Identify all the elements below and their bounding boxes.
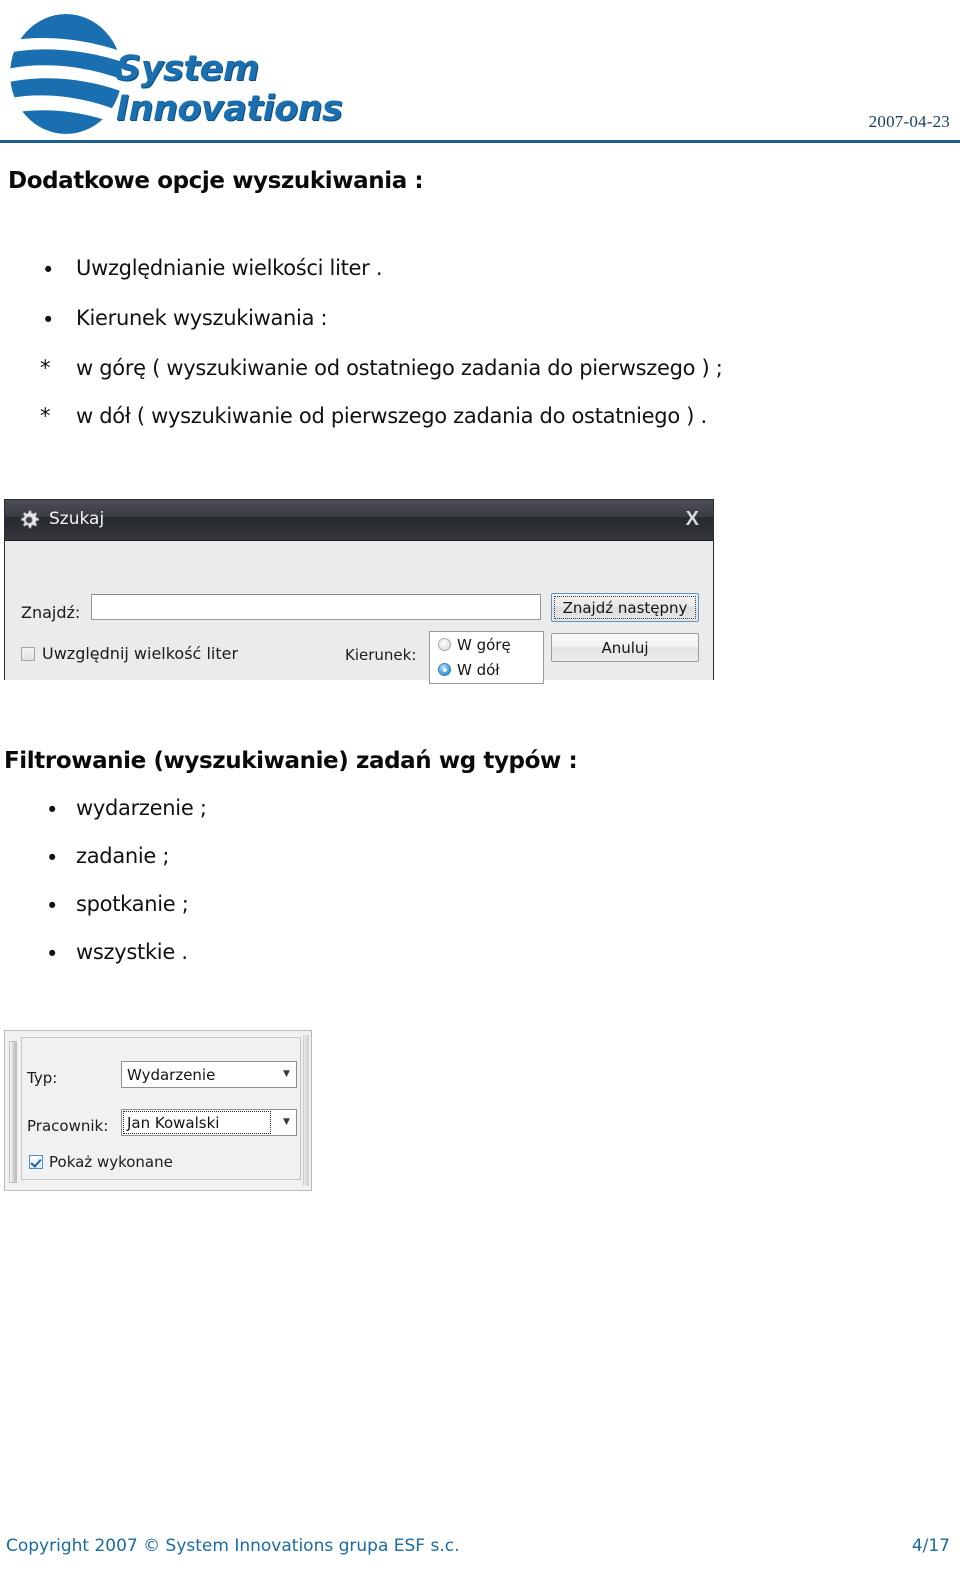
cancel-button[interactable]: Anuluj <box>551 633 699 662</box>
match-case-label: Uwzględnij wielkość liter <box>42 644 239 663</box>
employee-dropdown[interactable]: Jan Kowalski ▼ <box>121 1109 297 1136</box>
panel-splitter-handle[interactable] <box>9 1041 17 1183</box>
bullet-marker: * <box>40 356 51 380</box>
radio-option-down[interactable]: W dół <box>430 657 543 682</box>
bullet-text: Kierunek wyszukiwania : <box>76 306 328 330</box>
checkbox-box[interactable] <box>21 646 35 661</box>
dialog-title: Szukaj <box>49 509 105 529</box>
checkbox-box-checked[interactable] <box>29 1155 43 1169</box>
close-icon[interactable]: X <box>686 508 699 530</box>
type-label: Typ: <box>27 1069 58 1087</box>
direction-label: Kierunek: <box>345 646 417 664</box>
radio-button[interactable] <box>438 638 451 651</box>
bullet-text: w górę ( wyszukiwanie od ostatniego zada… <box>76 356 723 380</box>
header-date: 2007-04-23 <box>868 112 950 131</box>
company-logo: System Innovations <box>8 8 408 136</box>
type-dropdown[interactable]: Wydarzenie ▼ <box>121 1061 297 1088</box>
page-header: System Innovations 2007-04-23 <box>0 0 960 146</box>
radio-button-selected[interactable] <box>438 663 451 676</box>
bullet-text: wydarzenie ; <box>76 796 207 820</box>
bullet-marker: • <box>46 846 59 870</box>
footer-page-number: 4/17 <box>911 1536 950 1556</box>
bullet-text: zadanie ; <box>76 844 170 868</box>
find-label: Znajdź: <box>21 603 81 622</box>
bullet-marker: • <box>46 942 59 966</box>
chevron-down-icon[interactable]: ▼ <box>277 1070 296 1079</box>
bullet-text: spotkanie ; <box>76 892 189 916</box>
bullet-text: wszystkie . <box>76 940 188 964</box>
cancel-button-label: Anuluj <box>601 638 649 657</box>
employee-label: Pracownik: <box>27 1117 109 1135</box>
dialog-body: Znajdź: Uwzględnij wielkość liter Kierun… <box>5 541 713 684</box>
employee-dropdown-value: Jan Kowalski <box>127 1113 220 1132</box>
search-dialog[interactable]: Szukaj X Znajdź: Uwzględnij wielkość lit… <box>4 499 714 684</box>
footer-copyright: Copyright 2007 © System Innovations grup… <box>6 1536 460 1556</box>
search-input[interactable] <box>91 594 541 620</box>
bullet-marker: • <box>46 894 59 918</box>
bullet-marker: * <box>40 404 51 428</box>
logo-wordmark: System Innovations <box>116 52 416 127</box>
bullet-marker: • <box>42 308 55 332</box>
radio-label-down: W dół <box>457 660 500 679</box>
logo-word-innovations: Innovations <box>116 89 343 129</box>
bullet-marker: • <box>46 798 59 822</box>
logo-word-system: System <box>116 49 259 89</box>
bullet-text: w dół ( wyszukiwanie od pierwszego zadan… <box>76 404 707 428</box>
globe-swoosh-logo-icon <box>8 12 130 138</box>
find-next-button[interactable]: Znajdź następny <box>551 593 699 622</box>
show-done-checkbox[interactable]: Pokaż wykonane <box>29 1153 173 1171</box>
gear-icon <box>17 508 41 532</box>
radio-label-up: W górę <box>457 635 511 654</box>
match-case-checkbox[interactable]: Uwzględnij wielkość liter <box>21 644 238 663</box>
bullet-text: Uwzględnianie wielkości liter . <box>76 256 383 280</box>
show-done-label: Pokaż wykonane <box>49 1153 173 1171</box>
type-dropdown-value: Wydarzenie <box>127 1065 216 1084</box>
section-title-filter: Filtrowanie (wyszukiwanie) zadań wg typó… <box>4 748 578 774</box>
focus-ring <box>554 596 696 619</box>
panel-right-edge <box>303 1035 309 1186</box>
page-title: Dodatkowe opcje wyszukiwania : <box>8 168 424 194</box>
filter-panel[interactable]: Typ: Wydarzenie ▼ Pracownik: Jan Kowalsk… <box>4 1030 312 1191</box>
dialog-title-bar: Szukaj X <box>5 500 713 541</box>
radio-option-up[interactable]: W górę <box>430 632 543 657</box>
chevron-down-icon[interactable]: ▼ <box>277 1118 296 1127</box>
header-divider <box>0 140 960 143</box>
direction-radio-group[interactable]: W górę W dół <box>429 631 544 684</box>
bullet-marker: • <box>42 258 55 282</box>
